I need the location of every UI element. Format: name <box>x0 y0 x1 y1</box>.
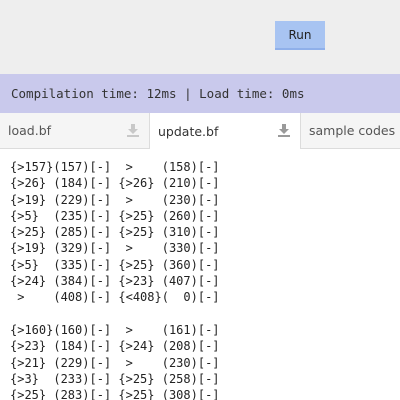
code-line: {>5} (235)[-] {>25} (260)[-] <box>10 208 220 223</box>
code-line: {>25} (285)[-] {>25} (310)[-] <box>10 225 220 240</box>
file-tabs: load.bf update.bf sample codes <box>0 113 400 149</box>
run-button[interactable]: Run <box>275 21 325 50</box>
code-line: {>19} (229)[-] > (230)[-] <box>10 192 220 207</box>
code-line: {>157}(157)[-] > (158)[-] <box>10 160 220 174</box>
tab-label: load.bf <box>8 123 52 138</box>
tab-label: sample codes <box>309 123 396 138</box>
download-icon[interactable] <box>278 124 290 137</box>
status-bar: Compilation time: 12ms | Load time: 0ms <box>0 74 400 113</box>
code-line: {>24} (384)[-] {>23} (407)[-] <box>10 274 220 289</box>
tab-label: update.bf <box>158 123 219 139</box>
top-toolbar: Run <box>0 0 400 74</box>
code-line: {>5} (335)[-] {>25} (360)[-] <box>10 257 220 272</box>
code-line: {>26} (184)[-] {>26} (210)[-] <box>10 176 220 191</box>
code-editor[interactable]: {>157}(157)[-] > (158)[-] {>26} (184)[-]… <box>0 149 400 400</box>
code-line: {>25} (283)[-] {>25} (308)[-] <box>10 388 220 400</box>
tab-update-bf[interactable]: update.bf <box>150 113 301 149</box>
code-line: > (408)[-] {<408}( 0)[-] <box>10 290 220 305</box>
code-line: {>160}(160)[-] > (161)[-] <box>10 322 220 337</box>
code-line: {>19} (329)[-] > (330)[-] <box>10 241 220 256</box>
tab-load-bf[interactable]: load.bf <box>0 113 150 148</box>
status-text: Compilation time: 12ms | Load time: 0ms <box>11 86 305 101</box>
code-line: {>3} (233)[-] {>25} (258)[-] <box>10 371 220 386</box>
code-line: {>23} (184)[-] {>24} (208)[-] <box>10 339 220 354</box>
tab-sample-codes[interactable]: sample codes <box>301 113 400 148</box>
download-icon[interactable] <box>127 124 139 137</box>
code-line: {>21} (229)[-] > (230)[-] <box>10 355 220 370</box>
